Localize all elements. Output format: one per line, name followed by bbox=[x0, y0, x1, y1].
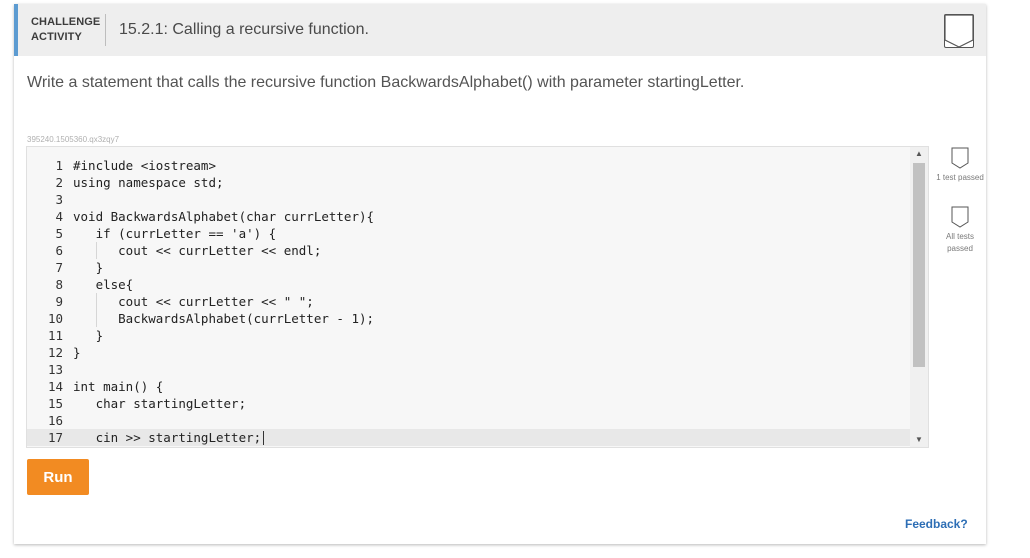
code-line[interactable]: 14 int main() { bbox=[27, 378, 912, 395]
code-line[interactable]: 3 bbox=[27, 191, 912, 208]
one-test-label: 1 test passed bbox=[936, 173, 984, 182]
line-number: 12 bbox=[47, 345, 63, 360]
line-number: 5 bbox=[55, 226, 63, 241]
activity-type-line1: CHALLENGE bbox=[31, 16, 101, 28]
code-line[interactable]: 1 #include <iostream> bbox=[27, 157, 912, 174]
code-line[interactable]: 11 } bbox=[27, 327, 912, 344]
line-number: 13 bbox=[47, 362, 63, 377]
text-cursor bbox=[263, 431, 264, 445]
code-line[interactable]: 17 cin >> startingLetter; bbox=[27, 429, 912, 446]
header-divider bbox=[105, 14, 106, 46]
line-number: 6 bbox=[55, 243, 63, 258]
code-text[interactable]: using namespace std; bbox=[73, 174, 224, 191]
editor-scrollbar[interactable]: ▲ ▼ bbox=[910, 147, 928, 447]
code-line[interactable]: 6 cout << currLetter << endl; bbox=[27, 242, 912, 259]
run-button[interactable]: Run bbox=[27, 459, 89, 495]
code-text[interactable]: } bbox=[73, 344, 81, 361]
all-tests-status: All tests passed bbox=[935, 206, 985, 255]
code-line[interactable]: 5 if (currLetter == 'a') { bbox=[27, 225, 912, 242]
line-number: 14 bbox=[47, 379, 63, 394]
code-line[interactable]: 2 using namespace std; bbox=[27, 174, 912, 191]
test-badge-icon bbox=[951, 147, 969, 169]
code-line[interactable]: 4 void BackwardsAlphabet(char currLetter)… bbox=[27, 208, 912, 225]
line-number: 8 bbox=[55, 277, 63, 292]
activity-header: CHALLENGE ACTIVITY 15.2.1: Calling a rec… bbox=[14, 4, 986, 56]
activity-title: 15.2.1: Calling a recursive function. bbox=[119, 21, 369, 38]
code-text[interactable]: } bbox=[73, 327, 104, 344]
code-text[interactable]: BackwardsAlphabet(currLetter - 1); bbox=[73, 310, 374, 327]
activity-type-line2: ACTIVITY bbox=[31, 31, 82, 43]
code-text[interactable]: else{ bbox=[73, 276, 134, 293]
header-accent-bar bbox=[14, 4, 18, 56]
feedback-link[interactable]: Feedback? bbox=[905, 517, 968, 531]
activity-prompt: Write a statement that calls the recursi… bbox=[27, 74, 745, 91]
scroll-down-arrow-icon[interactable]: ▼ bbox=[910, 433, 928, 447]
code-text[interactable]: cout << currLetter << " "; bbox=[73, 293, 314, 310]
line-number: 7 bbox=[55, 260, 63, 275]
code-text[interactable]: char startingLetter; bbox=[73, 395, 247, 412]
scroll-thumb[interactable] bbox=[913, 163, 925, 367]
line-number: 1 bbox=[55, 158, 63, 173]
code-lines[interactable]: 1 #include <iostream> 2 using namespace std… bbox=[27, 157, 912, 446]
code-text[interactable]: int main() { bbox=[73, 378, 163, 395]
challenge-activity-card: CHALLENGE ACTIVITY 15.2.1: Calling a rec… bbox=[14, 4, 986, 544]
code-text[interactable]: cin >> startingLetter; bbox=[73, 429, 262, 446]
line-number: 3 bbox=[55, 192, 63, 207]
line-number: 15 bbox=[47, 396, 63, 411]
line-number: 10 bbox=[47, 311, 63, 326]
activity-type-label: CHALLENGE ACTIVITY bbox=[31, 15, 111, 45]
code-text[interactable]: void BackwardsAlphabet(char currLetter){ bbox=[73, 208, 374, 225]
code-line[interactable]: 15 char startingLetter; bbox=[27, 395, 912, 412]
line-number: 17 bbox=[47, 430, 63, 445]
code-line[interactable]: 8 else{ bbox=[27, 276, 912, 293]
one-test-status: 1 test passed bbox=[935, 147, 985, 184]
code-line[interactable]: 16 bbox=[27, 412, 912, 429]
line-number: 9 bbox=[55, 294, 63, 309]
code-editor[interactable]: 1 #include <iostream> 2 using namespace std… bbox=[26, 146, 929, 448]
line-number: 11 bbox=[47, 328, 63, 343]
line-number: 16 bbox=[47, 413, 63, 428]
code-text[interactable]: #include <iostream> bbox=[73, 157, 216, 174]
code-text[interactable]: if (currLetter == 'a') { bbox=[73, 225, 277, 242]
line-number: 2 bbox=[55, 175, 63, 190]
code-line[interactable]: 13 bbox=[27, 361, 912, 378]
all-tests-label: All tests passed bbox=[945, 232, 974, 253]
test-badge-icon bbox=[951, 206, 969, 228]
code-line[interactable]: 10 BackwardsAlphabet(currLetter - 1); bbox=[27, 310, 912, 327]
activity-id: 395240.1505360.qx3zqy7 bbox=[27, 135, 120, 144]
scroll-up-arrow-icon[interactable]: ▲ bbox=[910, 147, 928, 161]
completion-badge-icon bbox=[944, 14, 974, 48]
code-text[interactable]: } bbox=[73, 259, 104, 276]
line-number: 4 bbox=[55, 209, 63, 224]
code-text[interactable]: cout << currLetter << endl; bbox=[73, 242, 321, 259]
code-line[interactable]: 12} bbox=[27, 344, 912, 361]
code-line[interactable]: 9 cout << currLetter << " "; bbox=[27, 293, 912, 310]
code-line[interactable]: 7 } bbox=[27, 259, 912, 276]
